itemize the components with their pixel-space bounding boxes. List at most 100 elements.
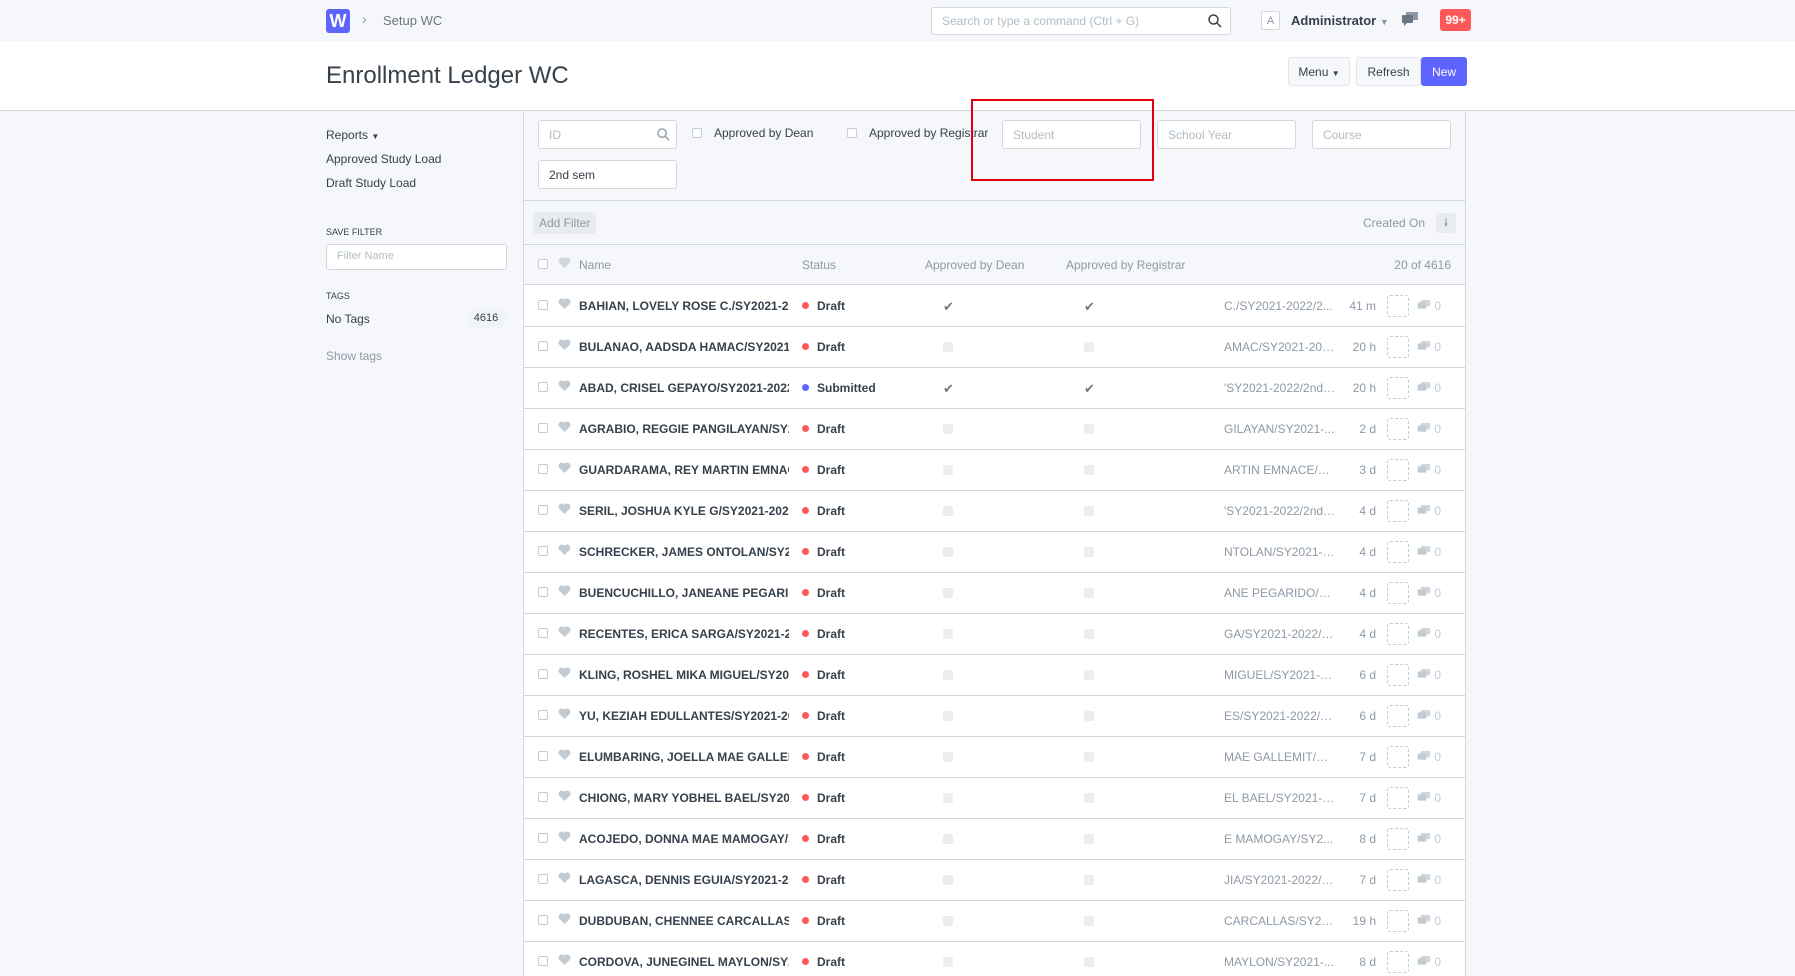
assigned-avatar-placeholder[interactable] — [1387, 705, 1409, 727]
row-checkbox[interactable] — [538, 751, 548, 761]
row-name-link[interactable]: DUBDUBAN, CHENNEE CARCALLAS/SY2021-2022/… — [579, 914, 789, 928]
breadcrumb[interactable]: Setup WC — [383, 13, 442, 28]
new-button[interactable]: New — [1421, 57, 1467, 86]
table-row[interactable]: ELUMBARING, JOELLA MAE GALLEMIT/SY2021-2… — [524, 737, 1465, 778]
assigned-avatar-placeholder[interactable] — [1387, 951, 1409, 973]
assigned-avatar-placeholder[interactable] — [1387, 541, 1409, 563]
heart-icon[interactable] — [558, 585, 571, 597]
row-name-link[interactable]: ABAD, CRISEL GEPAYO/SY2021-2022/2nd sem — [579, 381, 789, 395]
heart-icon[interactable] — [558, 544, 571, 556]
assigned-avatar-placeholder[interactable] — [1387, 623, 1409, 645]
heart-icon[interactable] — [558, 749, 571, 761]
row-checkbox[interactable] — [538, 628, 548, 638]
table-row[interactable]: CHIONG, MARY YOBHEL BAEL/SY2021-2022/2nd… — [524, 778, 1465, 819]
select-all-checkbox[interactable] — [538, 259, 548, 269]
table-row[interactable]: SCHRECKER, JAMES ONTOLAN/SY2021-2022/2nd… — [524, 532, 1465, 573]
notification-badge[interactable]: 99+ — [1440, 9, 1471, 31]
row-name-link[interactable]: CORDOVA, JUNEGINEL MAYLON/SY2021-2022/2n… — [579, 955, 789, 969]
row-name-link[interactable]: ELUMBARING, JOELLA MAE GALLEMIT/SY2021-2… — [579, 750, 789, 764]
add-filter-button[interactable]: Add Filter — [533, 212, 597, 234]
heart-icon[interactable] — [558, 667, 571, 679]
comment-count[interactable]: 0 — [1417, 504, 1441, 518]
row-name-link[interactable]: RECENTES, ERICA SARGA/SY2021-2022/2nd se… — [579, 627, 789, 641]
user-avatar[interactable]: A — [1261, 11, 1280, 30]
row-checkbox[interactable] — [538, 792, 548, 802]
assigned-avatar-placeholder[interactable] — [1387, 336, 1409, 358]
comment-count[interactable]: 0 — [1417, 914, 1441, 928]
id-filter-input[interactable]: ID — [538, 120, 677, 149]
heart-icon[interactable] — [558, 380, 571, 392]
table-row[interactable]: ABAD, CRISEL GEPAYO/SY2021-2022/2nd sem S… — [524, 368, 1465, 409]
approved-by-dean-filter[interactable]: Approved by Dean — [692, 126, 813, 140]
table-row[interactable]: BAHIAN, LOVELY ROSE C./SY2021-2022/2nd s… — [524, 286, 1465, 327]
comment-count[interactable]: 0 — [1417, 299, 1441, 313]
approved-by-dean-checkbox[interactable] — [692, 128, 702, 138]
filter-name-input[interactable]: Filter Name — [326, 244, 507, 270]
row-checkbox[interactable] — [538, 341, 548, 351]
reports-dropdown[interactable]: Reports ▼ — [326, 128, 379, 142]
search-input[interactable]: Search or type a command (Ctrl + G) — [931, 7, 1231, 35]
comment-count[interactable]: 0 — [1417, 545, 1441, 559]
heart-icon[interactable] — [558, 872, 571, 884]
heart-icon[interactable] — [558, 831, 571, 843]
row-name-link[interactable]: CHIONG, MARY YOBHEL BAEL/SY2021-2022/2nd… — [579, 791, 789, 805]
row-checkbox[interactable] — [538, 710, 548, 720]
heart-icon[interactable] — [558, 708, 571, 720]
comment-count[interactable]: 0 — [1417, 668, 1441, 682]
heart-icon[interactable] — [558, 462, 571, 474]
assigned-avatar-placeholder[interactable] — [1387, 295, 1409, 317]
heart-icon[interactable] — [558, 339, 571, 351]
sidebar-link-approved-study-load[interactable]: Approved Study Load — [326, 152, 441, 166]
chat-icon[interactable] — [1402, 12, 1418, 26]
table-row[interactable]: CORDOVA, JUNEGINEL MAYLON/SY2021-2022/2n… — [524, 942, 1465, 976]
row-checkbox[interactable] — [538, 300, 548, 310]
comment-count[interactable]: 0 — [1417, 955, 1441, 969]
row-checkbox[interactable] — [538, 382, 548, 392]
refresh-button[interactable]: Refresh — [1356, 57, 1421, 86]
comment-count[interactable]: 0 — [1417, 832, 1441, 846]
heart-icon[interactable] — [558, 257, 571, 269]
assigned-avatar-placeholder[interactable] — [1387, 582, 1409, 604]
row-name-link[interactable]: GUARDARAMA, REY MARTIN EMNACE/SY2021-202… — [579, 463, 789, 477]
row-name-link[interactable]: ACOJEDO, DONNA MAE MAMOGAY/SY2021-2022/2… — [579, 832, 789, 846]
assigned-avatar-placeholder[interactable] — [1387, 459, 1409, 481]
row-checkbox[interactable] — [538, 587, 548, 597]
table-row[interactable]: LAGASCA, DENNIS EGUIA/SY2021-2022/2nd se… — [524, 860, 1465, 901]
heart-icon[interactable] — [558, 790, 571, 802]
heart-icon[interactable] — [558, 626, 571, 638]
comment-count[interactable]: 0 — [1417, 422, 1441, 436]
row-name-link[interactable]: BUENCUCHILLO, JANEANE PEGARIDO/SY2021-20… — [579, 586, 789, 600]
row-name-link[interactable]: KLING, ROSHEL MIKA MIGUEL/SY2021-2022/2n… — [579, 668, 789, 682]
row-checkbox[interactable] — [538, 546, 548, 556]
row-checkbox[interactable] — [538, 956, 548, 966]
heart-icon[interactable] — [558, 954, 571, 966]
row-name-link[interactable]: SCHRECKER, JAMES ONTOLAN/SY2021-2022/2nd… — [579, 545, 789, 559]
row-checkbox[interactable] — [538, 915, 548, 925]
table-row[interactable]: DUBDUBAN, CHENNEE CARCALLAS/SY2021-2022/… — [524, 901, 1465, 942]
menu-button[interactable]: Menu ▼ — [1288, 57, 1350, 86]
row-name-link[interactable]: BULANAO, AADSDA HAMAC/SY2021-2022/2nd se… — [579, 340, 789, 354]
heart-icon[interactable] — [558, 298, 571, 310]
row-checkbox[interactable] — [538, 874, 548, 884]
heart-icon[interactable] — [558, 913, 571, 925]
table-row[interactable]: RECENTES, ERICA SARGA/SY2021-2022/2nd se… — [524, 614, 1465, 655]
assigned-avatar-placeholder[interactable] — [1387, 787, 1409, 809]
row-name-link[interactable]: BAHIAN, LOVELY ROSE C./SY2021-2022/2nd s… — [579, 299, 789, 313]
row-checkbox[interactable] — [538, 505, 548, 515]
comment-count[interactable]: 0 — [1417, 340, 1441, 354]
row-name-link[interactable]: LAGASCA, DENNIS EGUIA/SY2021-2022/2nd se… — [579, 873, 789, 887]
app-logo[interactable]: W — [326, 9, 350, 33]
row-checkbox[interactable] — [538, 833, 548, 843]
approved-by-registrar-checkbox[interactable] — [847, 128, 857, 138]
table-row[interactable]: KLING, ROSHEL MIKA MIGUEL/SY2021-2022/2n… — [524, 655, 1465, 696]
heart-icon[interactable] — [558, 503, 571, 515]
table-row[interactable]: SERIL, JOSHUA KYLE G/SY2021-2022/2nd sem… — [524, 491, 1465, 532]
assigned-avatar-placeholder[interactable] — [1387, 500, 1409, 522]
show-tags-link[interactable]: Show tags — [326, 349, 382, 363]
table-row[interactable]: YU, KEZIAH EDULLANTES/SY2021-2022/2nd se… — [524, 696, 1465, 737]
assigned-avatar-placeholder[interactable] — [1387, 828, 1409, 850]
comment-count[interactable]: 0 — [1417, 709, 1441, 723]
comment-count[interactable]: 0 — [1417, 463, 1441, 477]
course-filter-input[interactable]: Course — [1312, 120, 1451, 149]
assigned-avatar-placeholder[interactable] — [1387, 418, 1409, 440]
